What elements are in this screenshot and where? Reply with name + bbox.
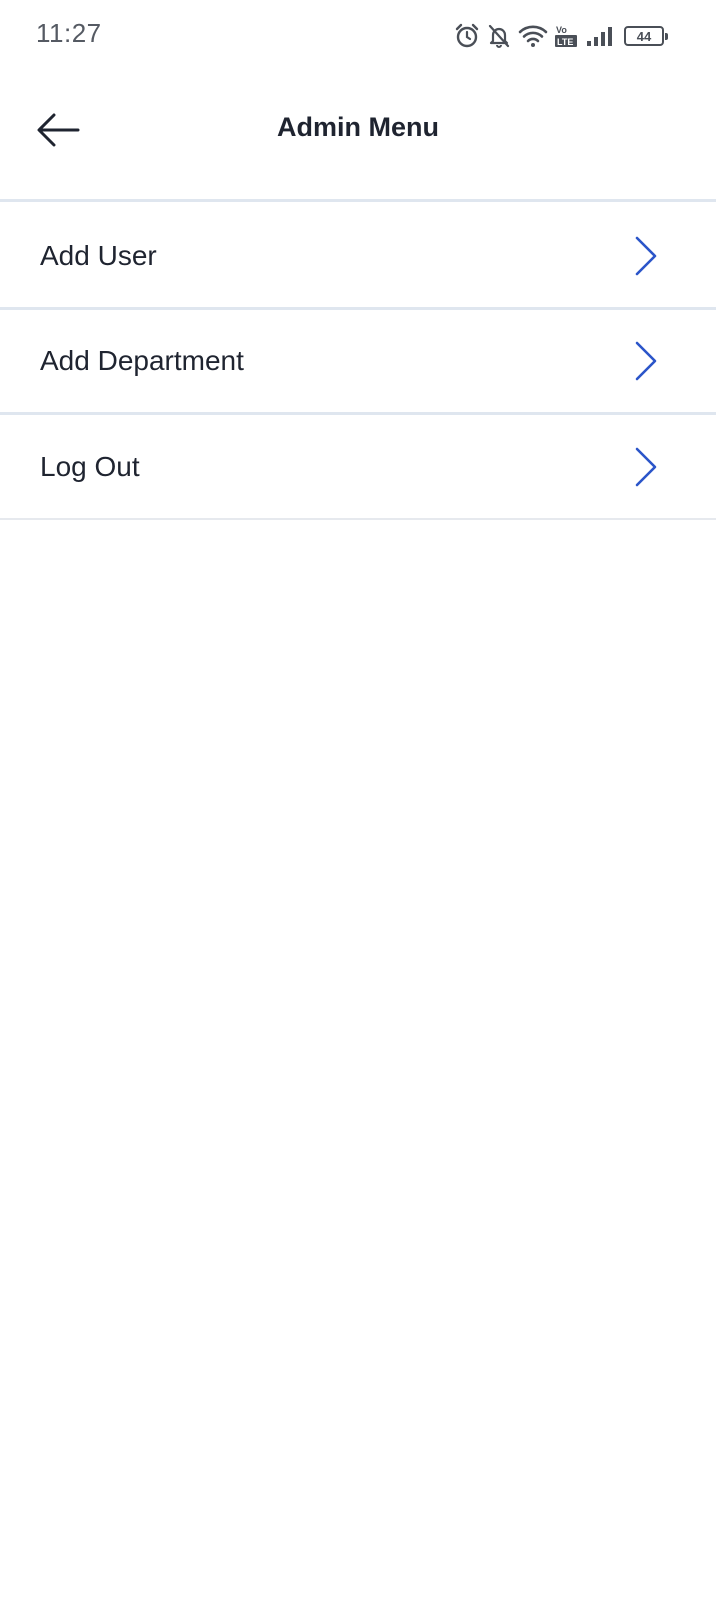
menu-item-label: Add User — [40, 240, 157, 271]
menu-item-label: Add Department — [40, 345, 244, 376]
alarm-icon — [454, 23, 480, 49]
chevron-right-icon — [632, 234, 660, 278]
app-header: Admin Menu — [0, 72, 716, 202]
chevron-right-icon — [632, 445, 660, 489]
admin-menu-screen: 11:27 Vo LTE 44 Admin Menu Add User Add … — [0, 0, 716, 1600]
menu-item-log-out[interactable]: Log Out — [0, 415, 716, 520]
status-time: 11:27 — [36, 18, 102, 48]
volte-icon: Vo LTE — [554, 23, 580, 49]
menu-item-add-department[interactable]: Add Department — [0, 310, 716, 415]
admin-menu-list: Add User Add Department Log Out — [0, 205, 716, 520]
svg-text:LTE: LTE — [557, 37, 573, 47]
status-icons: Vo LTE 44 — [454, 20, 668, 52]
menu-item-add-user[interactable]: Add User — [0, 205, 716, 310]
bell-off-icon — [486, 23, 512, 49]
signal-icon — [586, 25, 616, 47]
battery-icon: 44 — [624, 26, 668, 46]
svg-text:Vo: Vo — [556, 25, 567, 35]
chevron-right-icon — [632, 339, 660, 383]
wifi-icon — [518, 24, 548, 48]
status-bar: 11:27 Vo LTE 44 — [0, 0, 716, 72]
page-title: Admin Menu — [277, 112, 439, 142]
menu-item-label: Log Out — [40, 450, 140, 482]
